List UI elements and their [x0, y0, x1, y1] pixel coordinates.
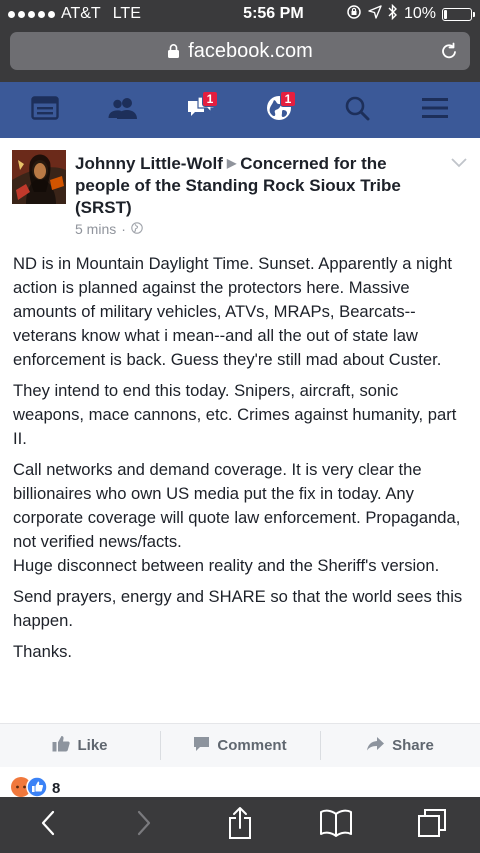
notifications-badge: 1: [280, 91, 296, 107]
battery-icon: [441, 7, 475, 21]
status-bar: AT&T LTE 5:56 PM 10%: [0, 0, 480, 28]
battery-percent: 10%: [403, 5, 436, 22]
chevron-down-icon[interactable]: [450, 156, 468, 174]
post-action-bar: Like Comment Share: [0, 723, 480, 767]
public-globe-icon: [131, 221, 143, 237]
post-paragraph: Thanks.: [13, 642, 73, 661]
comment-label: Comment: [217, 737, 287, 754]
nav-messages[interactable]: 1: [176, 88, 226, 132]
share-label: Share: [392, 737, 434, 754]
author-name[interactable]: Johnny Little-Wolf: [75, 154, 223, 173]
share-arrow-icon: [366, 736, 385, 755]
nav-search[interactable]: [332, 88, 382, 132]
post-paragraph: Send prayers, energy and SHARE so that t…: [13, 587, 463, 630]
post-paragraph: Call networks and demand coverage. It is…: [13, 460, 461, 551]
post-card: Johnny Little-Wolf ▶ Concerned for the peo…: [0, 138, 480, 723]
location-icon: [368, 4, 382, 24]
facebook-nav-bar: 1 1: [0, 82, 480, 138]
post-paragraph: Huge disconnect between reality and the …: [13, 556, 440, 575]
nav-friends[interactable]: [98, 88, 148, 132]
book-icon: [319, 809, 353, 842]
browser-toolbar: [0, 797, 480, 853]
search-icon: [344, 95, 370, 126]
network-label: LTE: [112, 5, 141, 22]
post-paragraph: ND is in Mountain Daylight Time. Sunset.…: [13, 254, 453, 369]
avatar[interactable]: [12, 150, 66, 204]
menu-icon: [422, 97, 448, 124]
post-paragraph: They intend to end this today. Snipers, …: [13, 381, 457, 448]
like-reaction-icon: [26, 776, 48, 797]
friends-icon: [107, 96, 139, 125]
share-button[interactable]: Share: [320, 724, 480, 767]
post-body: ND is in Mountain Daylight Time. Sunset.…: [0, 242, 480, 664]
like-label: Like: [77, 737, 108, 754]
nav-menu[interactable]: [410, 88, 460, 132]
reactions-summary[interactable]: 8: [0, 767, 480, 797]
post-title: Johnny Little-Wolf ▶ Concerned for the peo…: [75, 152, 445, 219]
bookmarks-button[interactable]: [308, 800, 364, 850]
reaction-count: 8: [52, 780, 61, 797]
address-bar[interactable]: facebook.com: [10, 32, 470, 70]
nav-notifications[interactable]: 1: [254, 88, 304, 132]
share-icon: [228, 806, 252, 845]
chevron-right-icon: [136, 809, 152, 842]
carrier-label: AT&T: [61, 5, 101, 22]
tabs-button[interactable]: [404, 800, 460, 850]
chevron-left-icon: [40, 809, 56, 842]
rotation-lock-icon: [346, 4, 362, 25]
post-timestamp[interactable]: 5 mins: [75, 221, 116, 237]
reload-icon[interactable]: [438, 40, 460, 68]
thumbs-up-icon: [52, 735, 71, 756]
url-text: facebook.com: [188, 39, 313, 62]
bluetooth-icon: [388, 3, 398, 25]
news-feed-icon: [31, 95, 59, 125]
lock-icon: [167, 43, 180, 59]
forward-button[interactable]: [116, 800, 172, 850]
post-meta: 5 mins ·: [75, 221, 143, 237]
caret-right-icon: ▶: [226, 156, 237, 170]
messages-badge: 1: [202, 91, 218, 107]
nav-news-feed[interactable]: [20, 88, 70, 132]
comment-icon: [193, 736, 210, 756]
comment-button[interactable]: Comment: [160, 724, 320, 767]
clock: 5:56 PM: [243, 5, 304, 22]
share-sheet-button[interactable]: [212, 800, 268, 850]
back-button[interactable]: [20, 800, 76, 850]
separator-dot: ·: [121, 221, 126, 237]
post-header: Johnny Little-Wolf ▶ Concerned for the peo…: [0, 138, 480, 242]
like-button[interactable]: Like: [0, 724, 160, 767]
signal-strength-icon: [8, 10, 55, 18]
browser-chrome-top: AT&T LTE 5:56 PM 10% facebook.com: [0, 0, 480, 82]
tabs-icon: [417, 808, 447, 843]
